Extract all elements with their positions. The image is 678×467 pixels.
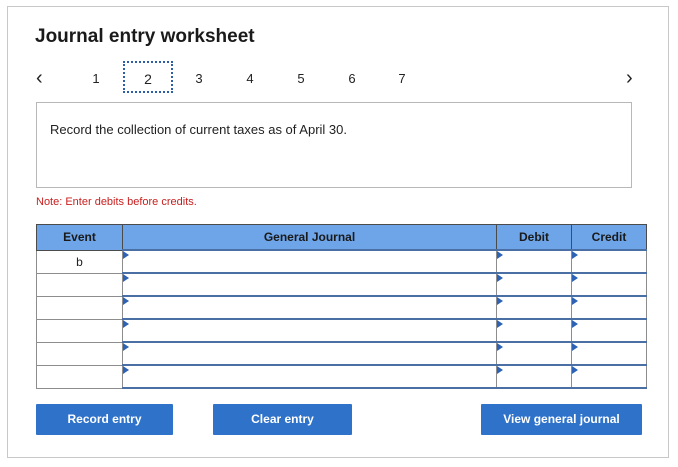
dropdown-marker-icon [497,343,503,351]
dropdown-marker-icon [572,274,578,282]
clear-entry-button[interactable]: Clear entry [213,404,352,435]
dropdown-marker-icon [497,366,503,374]
credit-input[interactable] [571,364,647,389]
chevron-left-icon[interactable]: ‹ [36,67,43,90]
account-input[interactable] [122,295,497,320]
instruction-box: Record the collection of current taxes a… [36,102,632,188]
dropdown-marker-icon [123,343,129,351]
credit-input[interactable] [571,249,647,274]
page-title: Journal entry worksheet [35,26,255,47]
dropdown-marker-icon [123,297,129,305]
event-cell [36,318,123,343]
credit-input[interactable] [571,272,647,297]
table-header-row: Event General Journal Debit Credit [36,224,647,251]
credit-column-header: Credit [571,224,647,251]
table-row [36,364,647,389]
debit-input[interactable] [496,249,572,274]
general-journal-column-header: General Journal [122,224,497,251]
table-row [36,272,647,297]
debit-column-header: Debit [496,224,572,251]
record-entry-button[interactable]: Record entry [36,404,173,435]
account-input[interactable] [122,341,497,366]
table-row [36,318,647,343]
event-cell: b [36,249,123,274]
table-row: b [36,249,647,274]
account-input[interactable] [122,364,497,389]
chevron-right-icon[interactable]: › [626,67,633,90]
dropdown-marker-icon [497,251,503,259]
page-3[interactable]: 3 [189,71,209,86]
event-cell [36,364,123,389]
debit-input[interactable] [496,318,572,343]
table-row [36,341,647,366]
dropdown-marker-icon [572,297,578,305]
dropdown-marker-icon [123,366,129,374]
dropdown-marker-icon [123,251,129,259]
event-cell [36,341,123,366]
dropdown-marker-icon [497,297,503,305]
debit-input[interactable] [496,272,572,297]
page-5[interactable]: 5 [291,71,311,86]
dropdown-marker-icon [497,274,503,282]
dropdown-marker-icon [572,366,578,374]
page-1[interactable]: 1 [86,71,106,86]
account-input[interactable] [122,249,497,274]
dropdown-marker-icon [123,274,129,282]
credit-input[interactable] [571,318,647,343]
credit-input[interactable] [571,295,647,320]
dropdown-marker-icon [123,320,129,328]
debit-input[interactable] [496,341,572,366]
page-7[interactable]: 7 [392,71,412,86]
dropdown-marker-icon [572,251,578,259]
credit-input[interactable] [571,341,647,366]
debit-input[interactable] [496,364,572,389]
dropdown-marker-icon [497,320,503,328]
dropdown-marker-icon [572,320,578,328]
debit-input[interactable] [496,295,572,320]
account-input[interactable] [122,318,497,343]
view-general-journal-button[interactable]: View general journal [481,404,642,435]
dropdown-marker-icon [572,343,578,351]
account-input[interactable] [122,272,497,297]
event-cell [36,272,123,297]
journal-table: Event General Journal Debit Credit b [36,224,647,389]
instruction-text: Record the collection of current taxes a… [50,122,347,137]
event-cell [36,295,123,320]
page-2[interactable]: 2 [123,61,173,93]
page-navigation: ‹ 1 2 3 4 5 6 7 › [0,61,678,95]
table-row [36,295,647,320]
page-6[interactable]: 6 [342,71,362,86]
page-4[interactable]: 4 [240,71,260,86]
event-column-header: Event [36,224,123,251]
note-text: Note: Enter debits before credits. [36,196,197,208]
